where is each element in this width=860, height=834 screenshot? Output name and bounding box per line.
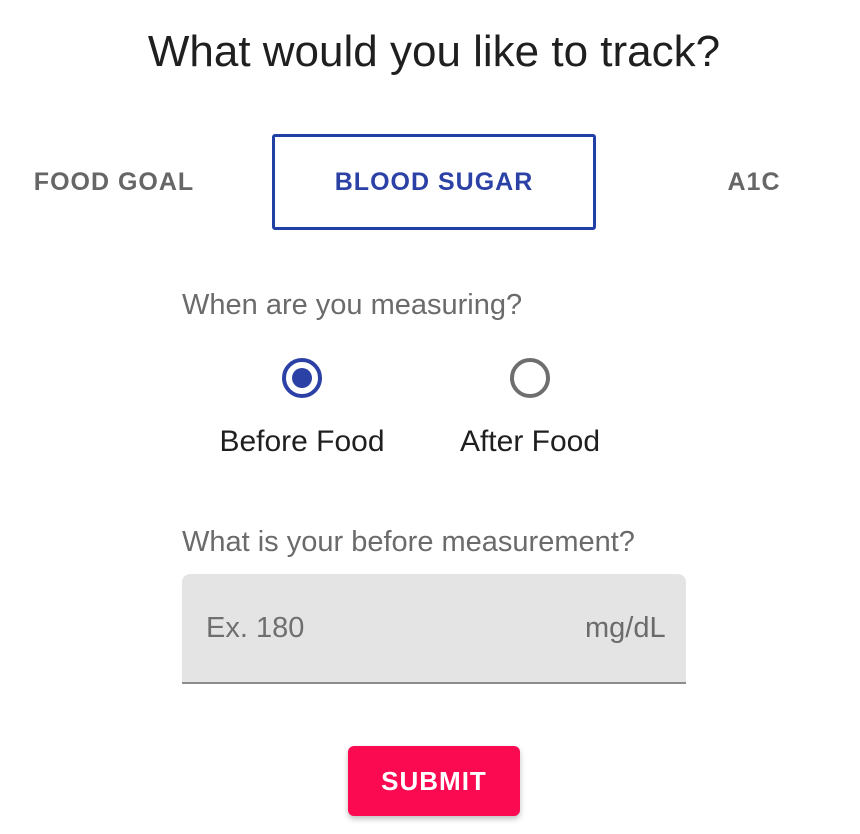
radio-unchecked-icon[interactable]: [510, 358, 550, 398]
page-title: What would you like to track?: [147, 27, 721, 76]
radio-dot: [292, 368, 312, 388]
track-page: What would you like to track? FOOD GOAL …: [0, 0, 860, 834]
radio-after-food[interactable]: After Food: [452, 358, 608, 460]
radio-before-food[interactable]: Before Food: [212, 358, 392, 460]
submit-button[interactable]: SUBMIT: [348, 746, 520, 816]
tab-blood-sugar[interactable]: BLOOD SUGAR: [272, 134, 596, 230]
measurement-question: What is your before measurement?: [182, 526, 635, 558]
tab-a1c[interactable]: A1C: [660, 134, 848, 230]
radio-label-after-food: After Food: [459, 425, 601, 458]
timing-question: When are you measuring?: [182, 289, 523, 321]
tab-food-goal[interactable]: FOOD GOAL: [0, 134, 228, 230]
unit-label: mg/dL: [585, 611, 666, 644]
radio-checked-icon[interactable]: [282, 358, 322, 398]
radio-label-before-food: Before Food: [219, 425, 385, 458]
measurement-input[interactable]: [182, 597, 585, 659]
measurement-field[interactable]: mg/dL: [182, 574, 686, 684]
